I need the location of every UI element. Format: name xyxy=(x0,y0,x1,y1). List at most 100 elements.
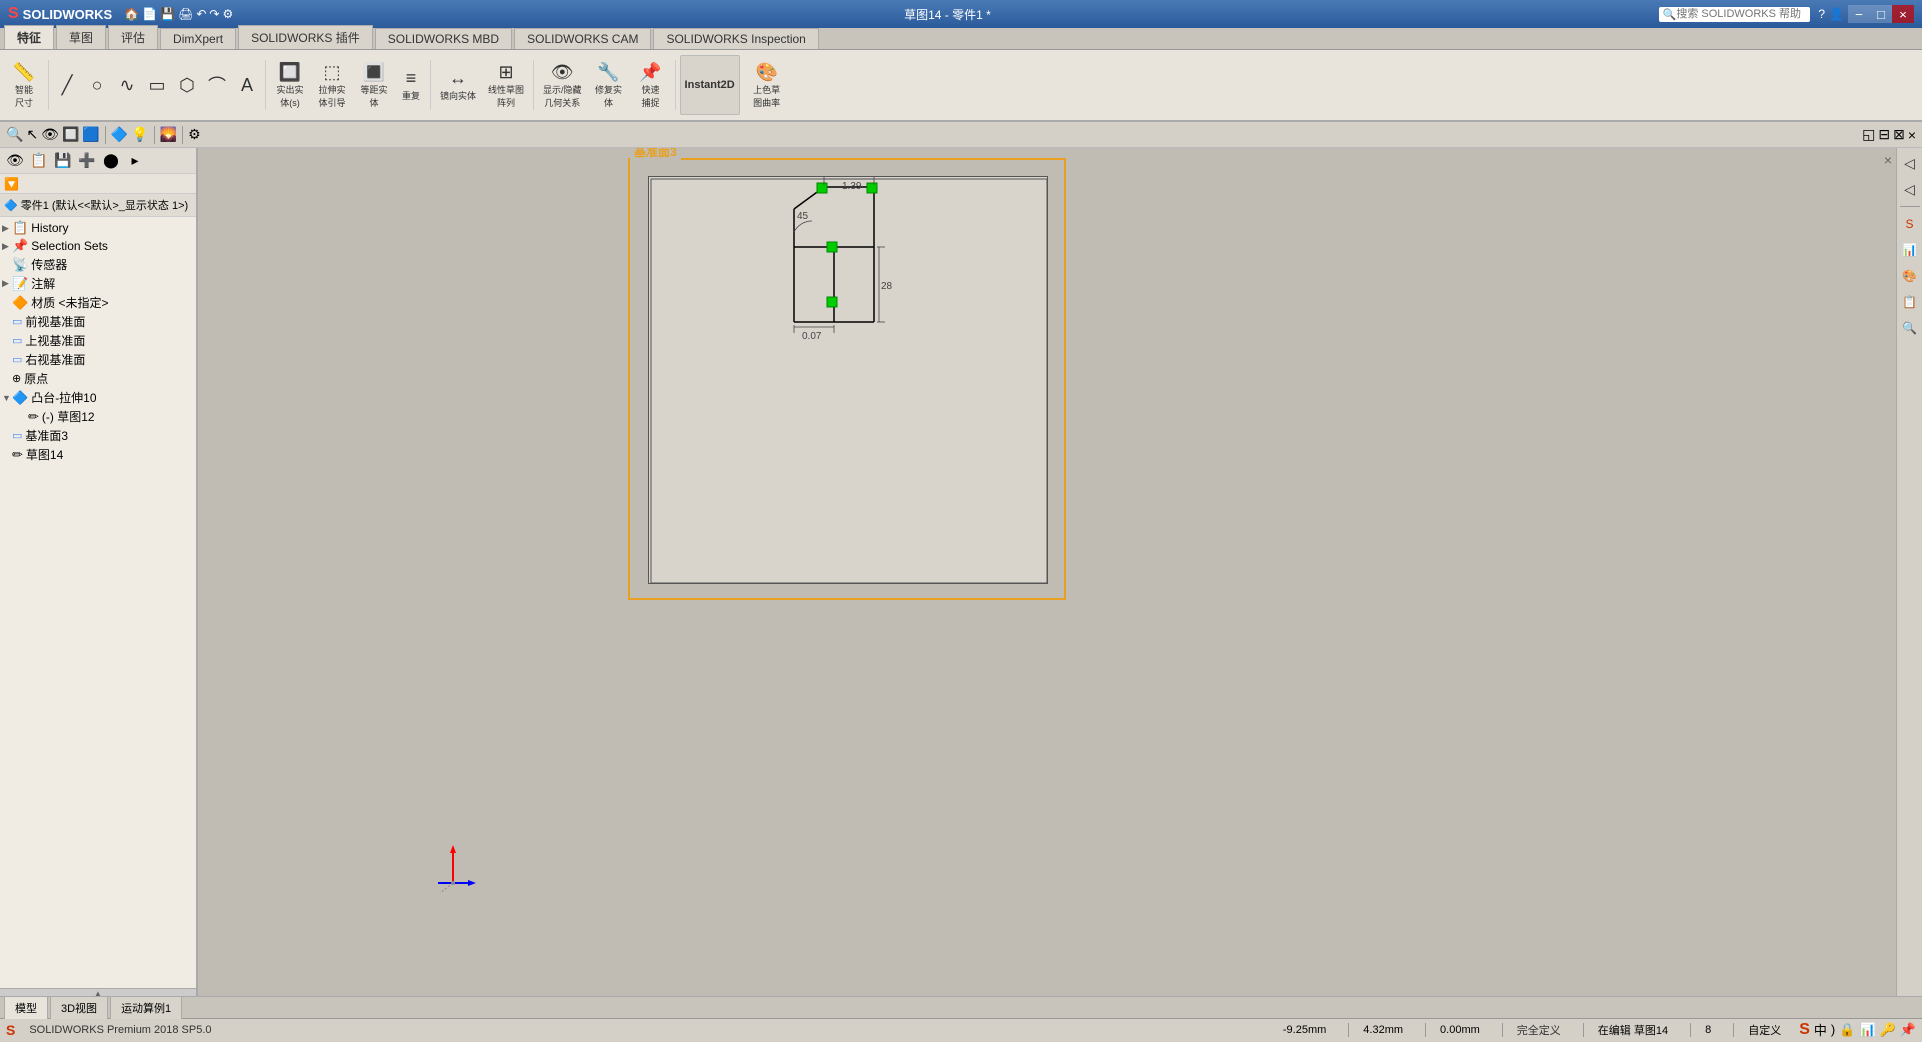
tile-btn[interactable]: ⊟ xyxy=(1878,126,1890,143)
tab-3dview[interactable]: 3D视图 xyxy=(50,996,108,1019)
history-label: History xyxy=(31,221,68,235)
tree-item-sketch12[interactable]: ▶ ✏ (-) 草图12 xyxy=(0,407,196,426)
instant2d-btn[interactable]: Instant2D xyxy=(680,55,740,115)
tree-item-sketch14[interactable]: ▶ ✏ 草图14 xyxy=(0,445,196,464)
viewport-close-btn[interactable]: × xyxy=(1908,127,1916,143)
history-icon: 📋 xyxy=(12,220,28,236)
offset-btn[interactable]: 🔳 等距实体 xyxy=(354,55,394,115)
rp-expand-btn2[interactable]: ◁ xyxy=(1899,178,1921,200)
coord-x: -9.25mm xyxy=(1283,1024,1326,1036)
restore-btn[interactable]: □ xyxy=(1870,5,1892,23)
search-input[interactable] xyxy=(1676,8,1806,20)
tab-sw-inspection[interactable]: SOLIDWORKS Inspection xyxy=(653,28,818,49)
spline-btn[interactable]: ∿ xyxy=(113,55,141,115)
rp-solidworks-icon5[interactable]: 🔍 xyxy=(1899,317,1921,339)
redo-icon[interactable]: ↷ xyxy=(209,7,219,21)
panel-arrow-btn[interactable]: ▸ xyxy=(124,150,146,172)
tree-item-origin[interactable]: ▶ ⊕ 原点 xyxy=(0,369,196,388)
user-icon[interactable]: 👤 xyxy=(1829,7,1844,21)
part-header[interactable]: 🔷 零件1 (默认<<默认>_显示状态 1>) xyxy=(0,194,196,217)
polygon-btn[interactable]: ⬡ xyxy=(173,55,201,115)
panel-circle-btn[interactable]: ⬤ xyxy=(100,150,122,172)
view-wire-btn[interactable]: 🔲 xyxy=(62,126,79,143)
origin-label: 原点 xyxy=(24,370,48,387)
rp-solidworks-icon2[interactable]: 📊 xyxy=(1899,239,1921,261)
view-hidden-btn[interactable]: 👁 xyxy=(41,126,59,143)
arc-btn[interactable]: ⌒ xyxy=(203,55,231,115)
light-btn[interactable]: 💡 xyxy=(131,126,148,143)
tree-item-top-plane[interactable]: ▶ ▭ 上视基准面 xyxy=(0,331,196,350)
repair-btn[interactable]: 🔧 修复实体 xyxy=(589,55,629,115)
tab-feature[interactable]: 特征 xyxy=(4,25,54,49)
linear-pattern-btn[interactable]: ⊞ 线性草图阵列 xyxy=(483,55,529,115)
collapse-btn[interactable]: ◱ xyxy=(1862,126,1875,143)
tree-item-front-plane[interactable]: ▶ ▭ 前视基准面 xyxy=(0,312,196,331)
undo-icon[interactable]: ↶ xyxy=(196,7,206,21)
show-relations-btn[interactable]: 👁 显示/隐藏几何关系 xyxy=(538,55,587,115)
minimize-btn[interactable]: − xyxy=(1848,5,1870,23)
rp-solidworks-icon3[interactable]: 🎨 xyxy=(1899,265,1921,287)
instant2d-icon: Instant2D xyxy=(685,79,735,91)
tab-sw-cam[interactable]: SOLIDWORKS CAM xyxy=(514,28,651,49)
drawing-paper[interactable]: 1.39 28 45 0.07 xyxy=(648,176,1048,584)
extrude-guide-btn[interactable]: ⬚ 拉伸实体引导 xyxy=(312,55,352,115)
float-btn[interactable]: ⊠ xyxy=(1893,126,1905,143)
repeat-btn[interactable]: ≡ 重复 xyxy=(396,55,426,115)
canvas-close-btn[interactable]: × xyxy=(1884,152,1892,168)
view-select-btn[interactable]: ↖ xyxy=(26,126,38,143)
panel-view-btn[interactable]: 👁 xyxy=(4,150,26,172)
rp-expand-btn[interactable]: ◁ xyxy=(1899,152,1921,174)
tab-bar: 特征 草图 评估 DimXpert SOLIDWORKS 插件 SOLIDWOR… xyxy=(0,28,1922,50)
spline-icon: ∿ xyxy=(119,75,134,96)
options-icon[interactable]: ⚙ xyxy=(222,7,233,21)
tree-item-annotations[interactable]: ▶ 📝 注解 xyxy=(0,274,196,293)
tree-item-selection[interactable]: ▶ 📌 Selection Sets xyxy=(0,237,196,255)
snap-btn[interactable]: 📌 快速捕捉 xyxy=(631,55,671,115)
rp-solidworks-icon4[interactable]: 📋 xyxy=(1899,291,1921,313)
tab-sketch[interactable]: 草图 xyxy=(56,25,106,49)
rp-solidworks-icon1[interactable]: S xyxy=(1899,213,1921,235)
print-icon[interactable]: 🖨 xyxy=(178,7,193,21)
help-btn[interactable]: ? xyxy=(1818,7,1825,21)
tab-sw-addins[interactable]: SOLIDWORKS 插件 xyxy=(238,25,373,49)
sw-icon-3: 🔒 xyxy=(1839,1022,1855,1038)
sketch12-icon: ✏ xyxy=(28,409,39,425)
display-mode-btn[interactable]: 🔷 xyxy=(111,126,128,143)
panel-save-btn[interactable]: 💾 xyxy=(52,150,74,172)
close-btn[interactable]: × xyxy=(1892,5,1914,23)
color-curvature-btn[interactable]: 🎨 上色草图曲率 xyxy=(742,55,792,115)
scene-btn[interactable]: 🌄 xyxy=(160,126,177,143)
extrude-boss-btn[interactable]: 🔲 实出实体(s) xyxy=(270,55,310,115)
material-label: 材质 <未指定> xyxy=(31,294,108,311)
show-relations-icon: 👁 xyxy=(551,62,574,83)
tab-dimxpert[interactable]: DimXpert xyxy=(160,28,236,49)
tree-item-extrude10[interactable]: ▼ 🔷 凸台-拉伸10 xyxy=(0,388,196,407)
view-shade-btn[interactable]: 🟦 xyxy=(82,126,99,143)
selection-label: Selection Sets xyxy=(31,239,108,253)
sw-icon-1: 中 xyxy=(1814,1020,1827,1039)
tree-item-right-plane[interactable]: ▶ ▭ 右视基准面 xyxy=(0,350,196,369)
view-setting-btn[interactable]: ⚙ xyxy=(188,126,201,143)
tab-animation[interactable]: 运动算例1 xyxy=(110,996,182,1019)
tab-sw-mbd[interactable]: SOLIDWORKS MBD xyxy=(375,28,512,49)
panel-resize-handle[interactable]: ▲ xyxy=(0,988,196,996)
home-icon[interactable]: 🏠 xyxy=(124,7,139,21)
circle-btn[interactable]: ○ xyxy=(83,55,111,115)
rect-btn[interactable]: ▭ xyxy=(143,55,171,115)
tree-item-base3[interactable]: ▶ ▭ 基准面3 xyxy=(0,426,196,445)
tree-item-history[interactable]: ▶ 📋 History xyxy=(0,219,196,237)
circle-icon: ○ xyxy=(92,75,103,96)
panel-add-btn[interactable]: ➕ xyxy=(76,150,98,172)
smart-dim-btn[interactable]: 📏 智能尺寸 xyxy=(4,55,44,115)
save-icon[interactable]: 💾 xyxy=(160,7,175,21)
new-icon[interactable]: 📄 xyxy=(142,7,157,21)
mirror-btn[interactable]: ↔ 镜向实体 xyxy=(435,55,481,115)
tab-model[interactable]: 模型 xyxy=(4,996,48,1019)
tab-evaluate[interactable]: 评估 xyxy=(108,25,158,49)
text-btn[interactable]: A xyxy=(233,55,261,115)
line-btn[interactable]: ╱ xyxy=(53,55,81,115)
tree-item-material[interactable]: ▶ 🔶 材质 <未指定> xyxy=(0,293,196,312)
view-orient-btn[interactable]: 🔍 xyxy=(6,126,23,143)
panel-list-btn[interactable]: 📋 xyxy=(28,150,50,172)
tree-item-sensors[interactable]: ▶ 📡 传感器 xyxy=(0,255,196,274)
